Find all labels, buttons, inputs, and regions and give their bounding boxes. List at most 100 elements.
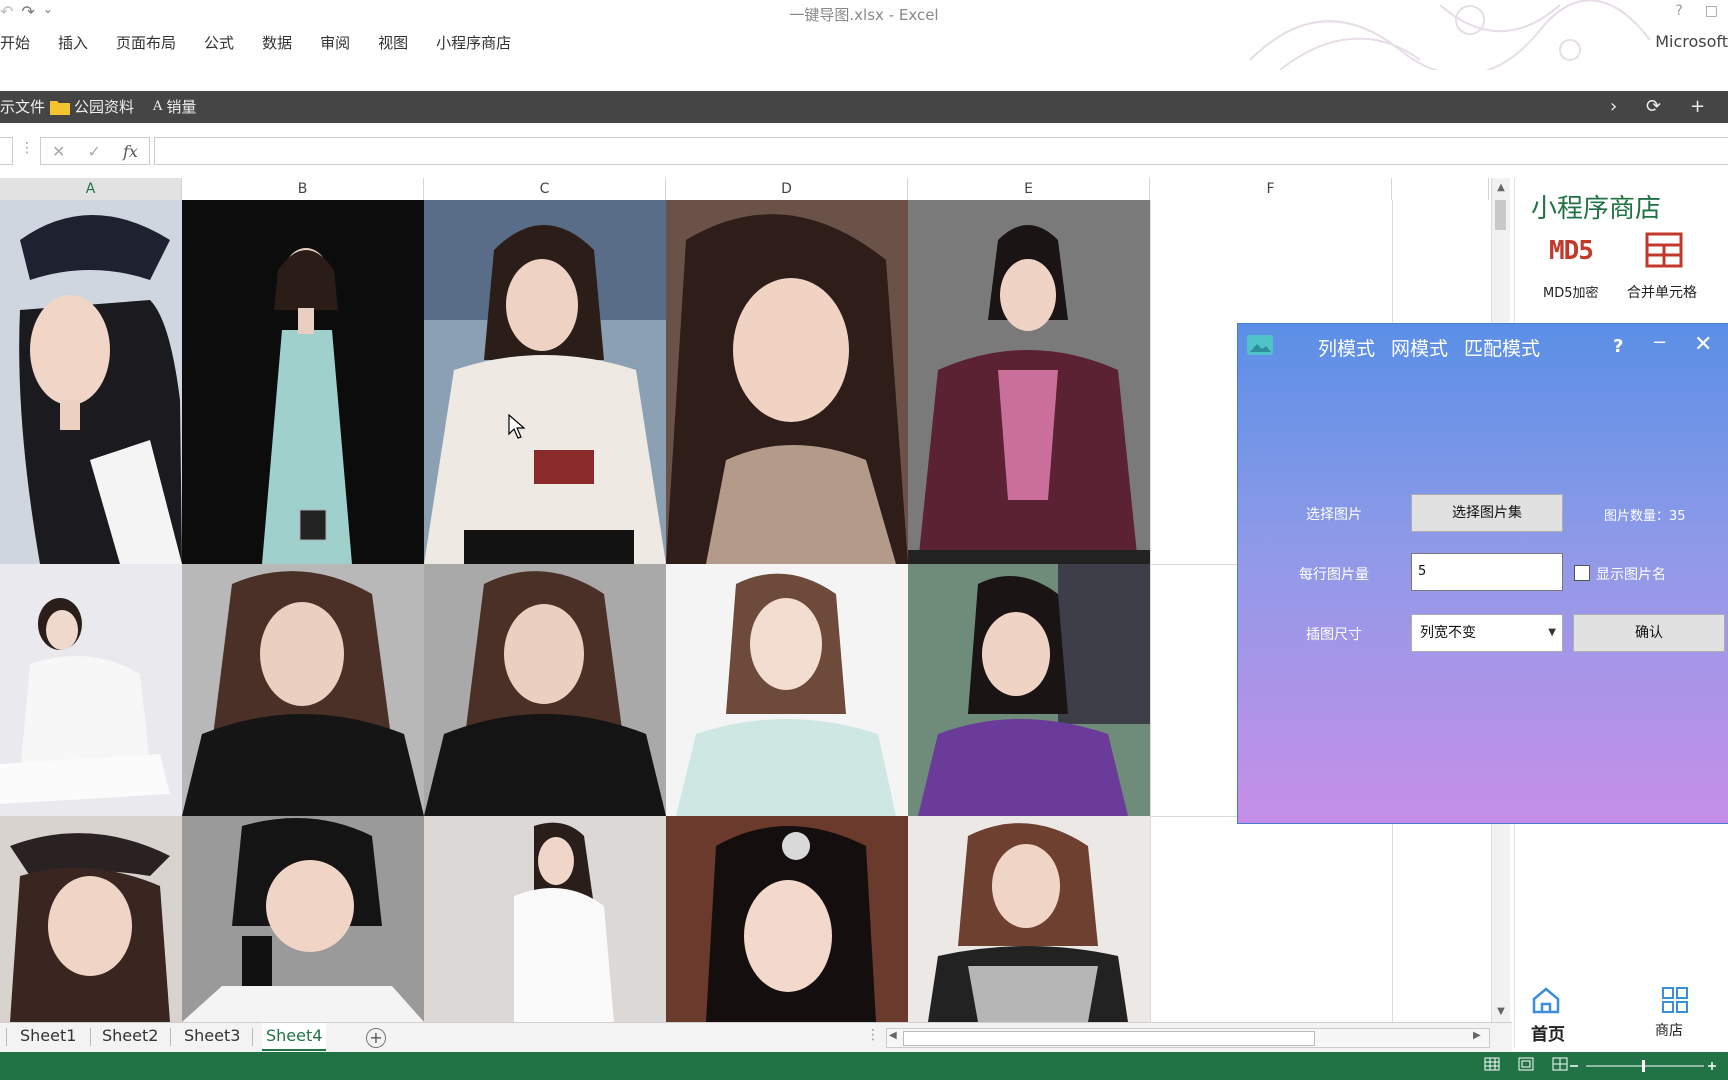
formula-bar: ⋮ ✕ ✓ fx [0, 134, 1728, 168]
toolbar-item-sales[interactable]: A 销量 [153, 91, 196, 123]
md5-encrypt-label[interactable]: MD5加密 [1543, 282, 1599, 301]
sheet-tab-4[interactable]: Sheet4 [262, 1023, 327, 1051]
scroll-left-icon[interactable]: ◀ [889, 1030, 897, 1041]
mouse-cursor-icon [508, 414, 526, 439]
column-header-a[interactable]: A [0, 178, 182, 202]
formula-bar-options-icon[interactable]: ⋮ [20, 140, 34, 156]
image-r2-c3[interactable] [424, 564, 666, 816]
tab-match-mode[interactable]: 匹配模式 [1464, 334, 1540, 361]
scroll-right-icon[interactable]: ▶ [1473, 1030, 1481, 1041]
image-r1-c4[interactable] [666, 200, 908, 564]
insert-size-label: 插图尺寸 [1306, 627, 1362, 643]
image-r1-c5[interactable] [908, 200, 1150, 564]
images-per-row-input[interactable]: 5 [1411, 553, 1563, 591]
toolbar-item-park-data-label: 公园资料 [74, 98, 135, 116]
image-r1-c3[interactable] [424, 200, 666, 564]
normal-view-icon[interactable] [1484, 1057, 1500, 1071]
column-header-e[interactable]: E [908, 178, 1150, 201]
tab-review[interactable]: 审阅 [306, 30, 364, 56]
tab-split-handle-icon[interactable]: ⋮ [866, 1027, 880, 1043]
page-layout-view-icon[interactable] [1518, 1057, 1534, 1071]
horizontal-scroll-thumb[interactable] [903, 1031, 1315, 1046]
column-header-b[interactable]: B [182, 178, 424, 201]
toolbar-item-sales-label: 销量 [166, 98, 197, 116]
insert-function-icon[interactable]: fx [123, 142, 138, 161]
image-r2-c5[interactable] [908, 564, 1150, 816]
image-r1-c2[interactable] [182, 200, 424, 564]
view-switcher [1484, 1057, 1568, 1071]
tab-insert[interactable]: 插入 [44, 30, 102, 56]
dialog-close-icon[interactable]: ✕ [1694, 332, 1712, 357]
enter-icon[interactable]: ✓ [88, 142, 101, 161]
merge-cells-label[interactable]: 合并单元格 [1627, 282, 1697, 302]
home-icon[interactable] [1531, 986, 1561, 1014]
help-icon[interactable]: ? [1675, 3, 1682, 19]
column-header-f[interactable]: F [1150, 178, 1392, 201]
tab-formulas[interactable]: 公式 [190, 30, 248, 56]
account-name[interactable]: Microsoft [1655, 32, 1728, 51]
formula-buttons: ✕ ✓ fx [40, 137, 150, 165]
folder-icon [50, 101, 70, 115]
toolbar-item-park-data[interactable]: 公园资料 [50, 91, 134, 123]
insert-size-select[interactable]: 列宽不变 ▼ [1411, 614, 1563, 652]
sheet-tab-3[interactable]: Sheet3 [180, 1023, 244, 1049]
image-r2-c1[interactable] [0, 564, 182, 816]
refresh-icon[interactable]: ⟳ [1646, 91, 1661, 123]
toolbar-item-file-label: 示文件 [0, 98, 46, 116]
column-header-d[interactable]: D [666, 178, 908, 201]
window-controls: ? □ [1675, 3, 1718, 19]
ribbon-tabs: 开始 插入 页面布局 公式 数据 审阅 视图 小程序商店 [0, 30, 525, 56]
md5-icon[interactable]: MD5 [1549, 236, 1594, 266]
vertical-scroll-thumb[interactable] [1495, 200, 1506, 230]
merge-cells-icon[interactable] [1645, 232, 1683, 268]
image-r2-c4[interactable] [666, 564, 908, 816]
image-r3-c3[interactable] [424, 816, 666, 1022]
column-header-c[interactable]: C [424, 178, 666, 201]
image-r1-c1[interactable] [0, 200, 182, 564]
side-panel-title: 小程序商店 [1531, 194, 1662, 224]
name-box[interactable] [0, 137, 13, 165]
home-nav-label[interactable]: 首页 [1531, 1020, 1565, 1045]
show-image-name-label[interactable]: 显示图片名 [1596, 564, 1666, 584]
sheet-tab-1[interactable]: Sheet1 [16, 1023, 80, 1049]
tab-view[interactable]: 视图 [364, 30, 422, 56]
mode-tabs: 列模式 网模式 匹配模式 [1318, 334, 1540, 361]
image-r3-c2[interactable] [182, 816, 424, 1022]
scroll-down-icon[interactable]: ▼ [1492, 1004, 1510, 1020]
formula-input[interactable] [154, 137, 1728, 165]
image-r2-c2[interactable] [182, 564, 424, 816]
image-count-label: 图片数量：35 [1604, 509, 1686, 524]
dialog-minimize-icon[interactable]: − [1652, 332, 1667, 353]
cancel-icon[interactable]: ✕ [52, 142, 65, 161]
select-image-label: 选择图片 [1306, 507, 1362, 523]
image-r3-c4[interactable] [666, 816, 908, 1022]
sheet-tab-2[interactable]: Sheet2 [98, 1023, 162, 1049]
tab-mini-app-store[interactable]: 小程序商店 [422, 30, 525, 56]
insert-size-value: 列宽不变 [1420, 625, 1476, 641]
ribbon-ornament [1249, 0, 1651, 70]
tab-page-layout[interactable]: 页面布局 [102, 30, 190, 56]
confirm-button[interactable]: 确认 [1573, 614, 1725, 652]
tab-home[interactable]: 开始 [0, 30, 44, 56]
column-header-g[interactable] [1392, 178, 1489, 201]
page-break-view-icon[interactable] [1552, 1057, 1568, 1071]
image-import-dialog: 列模式 网模式 匹配模式 ? − ✕ 选择图片 选择图片集 图片数量：35 每行… [1237, 323, 1728, 824]
restore-icon[interactable]: □ [1705, 3, 1718, 19]
add-sheet-icon[interactable]: + [366, 1028, 386, 1048]
image-r3-c5[interactable] [908, 816, 1150, 1022]
scroll-up-icon[interactable]: ▲ [1492, 180, 1510, 196]
chevron-right-icon[interactable]: › [1610, 91, 1617, 123]
dialog-help-icon[interactable]: ? [1613, 336, 1623, 357]
toolbar-item-file[interactable]: 示文件 [0, 91, 45, 123]
store-grid-icon[interactable] [1661, 986, 1689, 1014]
zoom-slider[interactable] [1568, 1060, 1718, 1072]
horizontal-scrollbar[interactable]: ◀ ▶ [886, 1028, 1490, 1048]
tab-grid-mode[interactable]: 网模式 [1391, 334, 1448, 361]
tab-column-mode[interactable]: 列模式 [1318, 334, 1375, 361]
store-nav-label[interactable]: 商店 [1655, 1020, 1683, 1040]
add-icon[interactable]: + [1690, 91, 1705, 123]
tab-data[interactable]: 数据 [248, 30, 306, 56]
select-image-set-button[interactable]: 选择图片集 [1411, 494, 1563, 532]
image-r3-c1[interactable] [0, 816, 182, 1022]
show-image-name-checkbox[interactable] [1574, 565, 1590, 581]
